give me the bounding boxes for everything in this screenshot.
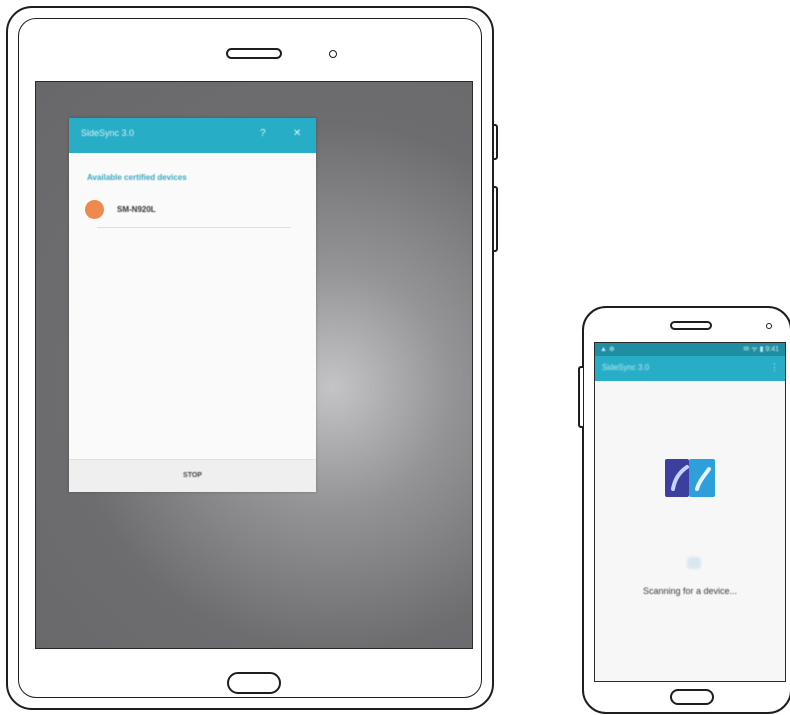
phone-app-title: SideSync 3.0 [602, 363, 650, 372]
status-icons-left: ▲ ⊕ [600, 346, 615, 353]
dialog-title: SideSync 3.0 [81, 128, 135, 138]
more-options-icon[interactable]: ⋮ [770, 362, 779, 373]
tablet-speaker [226, 48, 282, 59]
close-icon[interactable]: ✕ [293, 128, 301, 139]
stop-button[interactable]: STOP [69, 460, 316, 492]
tablet-device: SideSync 3.0 ? ✕ Available certified dev… [6, 6, 498, 710]
device-avatar [85, 200, 104, 219]
phone-speaker [670, 321, 712, 330]
phone-app-bar: SideSync 3.0 ⋮ [595, 356, 785, 381]
tablet-home-button[interactable] [227, 672, 281, 694]
device-name: SM-N920L [117, 205, 156, 214]
available-devices-label: Available certified devices [87, 173, 187, 182]
phone-screen: ▲ ⊕ ✉ ᯤ ▮ 9:41 SideSync 3.0 ⋮ Scanning f… [594, 342, 786, 682]
status-icons-right: ✉ ᯤ ▮ 9:41 [743, 346, 779, 353]
status-bar: ▲ ⊕ ✉ ᯤ ▮ 9:41 [595, 343, 785, 356]
dialog-title-bar: SideSync 3.0 ? ✕ [69, 118, 316, 153]
sidesync-dialog: SideSync 3.0 ? ✕ Available certified dev… [69, 118, 316, 492]
help-icon[interactable]: ? [260, 128, 266, 139]
phone-home-button[interactable] [670, 689, 714, 705]
tablet-volume-button[interactable] [492, 186, 498, 252]
phone-device: ▲ ⊕ ✉ ᯤ ▮ 9:41 SideSync 3.0 ⋮ Scanning f… [578, 306, 790, 714]
phone-side-button[interactable] [578, 366, 583, 428]
tablet-screen: SideSync 3.0 ? ✕ Available certified dev… [35, 81, 473, 649]
scanning-status-text: Scanning for a device... [642, 586, 738, 596]
device-list-item[interactable]: SM-N920L [85, 198, 295, 230]
divider [97, 227, 291, 228]
tablet-power-button[interactable] [492, 124, 498, 160]
tablet-camera [329, 50, 337, 58]
phone-camera [766, 323, 772, 329]
scanning-indicator [687, 557, 701, 569]
sidesync-transfer-icon [665, 459, 715, 497]
dialog-footer: STOP [69, 459, 316, 492]
